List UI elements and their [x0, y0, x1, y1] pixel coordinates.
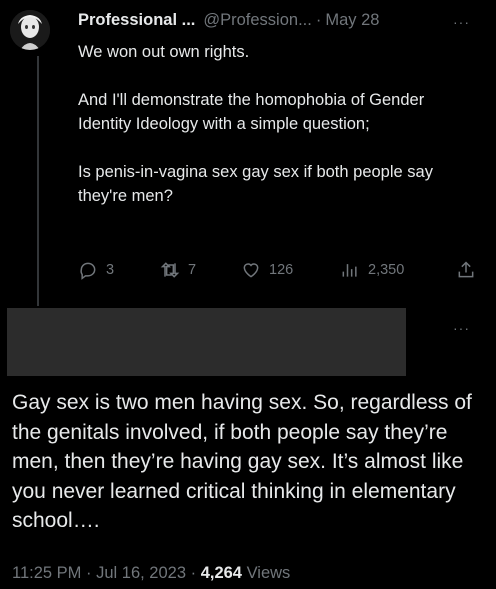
- original-tweet[interactable]: Professional ... @Profession... · May 28…: [0, 0, 496, 306]
- like-button[interactable]: 126: [241, 260, 293, 280]
- reply-icon: [80, 262, 96, 280]
- tweet-paragraph: And I'll demonstrate the homophobia of G…: [78, 91, 425, 133]
- reply-text: Gay sex is two men having sex. So, regar…: [12, 391, 472, 532]
- reply-time[interactable]: 11:25 PM: [12, 564, 81, 582]
- tweet-actions: 3 7 126 2,350: [78, 260, 480, 284]
- share-icon: [458, 261, 474, 278]
- reply-metadata: 11:25 PM · Jul 16, 2023 · 4,264 Views: [12, 564, 290, 583]
- retweet-count: 7: [188, 262, 197, 278]
- more-icon[interactable]: ···: [453, 320, 470, 336]
- like-count: 126: [269, 262, 294, 278]
- views-icon: [342, 264, 357, 277]
- meta-separator: ·: [190, 564, 197, 582]
- like-icon: [243, 263, 259, 278]
- retweet-button[interactable]: 7: [160, 260, 196, 280]
- header-separator: ·: [315, 11, 322, 29]
- reply-date[interactable]: Jul 16, 2023: [96, 564, 186, 582]
- tweet-text: We won out own rights. And I'll demonstr…: [78, 40, 478, 208]
- tweet-paragraph: We won out own rights.: [78, 43, 250, 61]
- reply-views-count[interactable]: 4,264: [201, 564, 242, 582]
- avatar[interactable]: [10, 10, 50, 50]
- views-button[interactable]: 2,350: [340, 260, 404, 280]
- tweet-date[interactable]: May 28: [325, 11, 379, 30]
- retweet-icon: [160, 262, 180, 278]
- more-icon[interactable]: ···: [453, 14, 470, 30]
- tweet-header: Professional ... @Profession... · May 28: [78, 11, 379, 30]
- reply-button[interactable]: 3: [78, 260, 114, 280]
- share-button[interactable]: [456, 260, 476, 280]
- redacted-author-block: [7, 308, 406, 376]
- views-count: 2,350: [368, 262, 405, 278]
- meta-separator: ·: [86, 564, 92, 582]
- tweet-paragraph: Is penis-in-vagina sex gay sex if both p…: [78, 163, 433, 205]
- thread-connector-line: [37, 56, 39, 306]
- reply-count: 3: [106, 262, 115, 278]
- author-handle[interactable]: @Profession...: [203, 11, 311, 30]
- reply-views-label: Views: [246, 564, 291, 582]
- author-name[interactable]: Professional ...: [78, 11, 195, 30]
